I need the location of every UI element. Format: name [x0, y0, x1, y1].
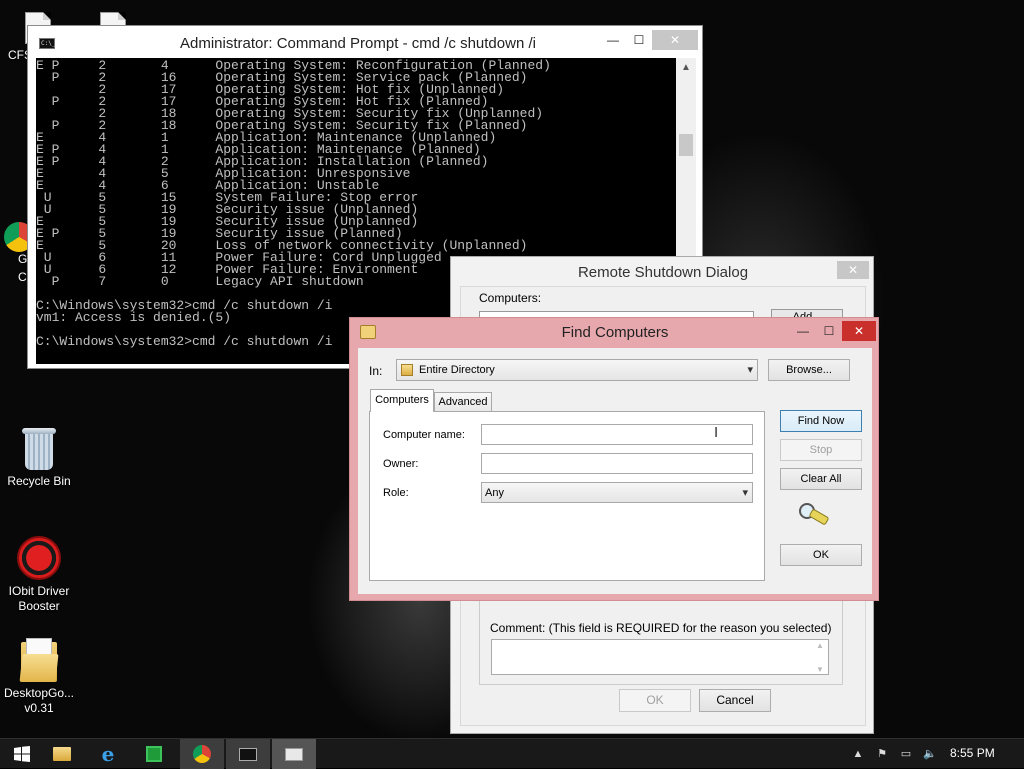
store-icon — [146, 746, 162, 762]
computers-label: Computers: — [479, 291, 542, 305]
taskbar-file-explorer[interactable] — [40, 739, 84, 769]
desktop-icon-iobit[interactable]: IObit Driver Booster — [1, 536, 77, 614]
text-cursor-icon: I — [714, 424, 719, 441]
search-flashlight-icon — [799, 503, 829, 525]
iobit-driver-booster-icon — [17, 536, 61, 580]
command-prompt-icon — [239, 747, 257, 761]
directory-icon — [401, 364, 413, 376]
role-value: Any — [485, 487, 504, 499]
in-location-select[interactable]: Entire Directory ▾ — [396, 359, 758, 381]
taskbar: e ▲ ⚑ ▭ 🔈 8:55 PM — [0, 738, 1024, 769]
desktop-icon-label: IObit Driver Booster — [8, 584, 70, 613]
in-label: In: — [369, 364, 383, 378]
comment-textarea[interactable]: ▲ ▼ — [491, 639, 829, 675]
taskbar-chrome[interactable] — [180, 739, 224, 769]
clear-all-button[interactable]: Clear All — [780, 468, 862, 490]
tray-chevron-up-icon[interactable]: ▲ — [850, 747, 866, 761]
recycle-bin-icon — [22, 428, 56, 470]
taskbar-store[interactable] — [132, 739, 176, 769]
cmd-window-title: Administrator: Command Prompt - cmd /c s… — [180, 35, 536, 52]
browse-button[interactable]: Browse... — [768, 359, 850, 381]
desktop-icon-label: Recycle Bin — [7, 474, 71, 488]
scrollbar-thumb[interactable] — [679, 134, 693, 156]
chevron-down-icon: ▾ — [742, 487, 748, 499]
comment-scrollbar[interactable]: ▲ ▼ — [812, 640, 828, 674]
dialog-body: In: Entire Directory ▾ Browse... Compute… — [358, 348, 872, 594]
scroll-up-icon[interactable]: ▲ — [676, 58, 696, 78]
role-select[interactable]: Any ▾ — [481, 482, 753, 503]
folder-icon — [53, 747, 71, 761]
minimize-button[interactable]: — — [790, 321, 816, 341]
clock[interactable]: 8:55 PM — [950, 746, 995, 760]
network-icon[interactable]: ▭ — [898, 747, 914, 761]
tab-computers[interactable]: Computers — [370, 389, 434, 412]
find-computers-dialog[interactable]: Find Computers — ☐ ✕ In: Entire Director… — [349, 317, 879, 601]
computer-name-label: Computer name: — [383, 429, 465, 441]
desktop-icon-label: G — [18, 252, 28, 266]
dialog-title: Remote Shutdown Dialog — [577, 264, 749, 281]
desktop-icon-label: DesktopGo... v0.31 — [3, 686, 75, 715]
minimize-button[interactable]: — — [600, 30, 626, 50]
owner-label: Owner: — [383, 458, 419, 470]
role-label: Role: — [383, 487, 409, 499]
maximize-button[interactable]: ☐ — [626, 30, 652, 50]
window-icon — [285, 747, 303, 761]
windows-logo-icon — [14, 746, 30, 762]
stop-button[interactable]: Stop — [780, 439, 862, 461]
cancel-button[interactable]: Cancel — [699, 689, 771, 712]
close-button[interactable]: ✕ — [837, 261, 869, 279]
desktop-icon-desktopgo[interactable]: DesktopGo... v0.31 — [1, 638, 77, 716]
find-now-button[interactable]: Find Now — [780, 410, 862, 432]
volume-muted-icon[interactable]: 🔈 — [922, 747, 938, 761]
desktop-icon-label: C — [18, 270, 27, 284]
flag-icon[interactable]: ⚑ — [874, 747, 890, 761]
owner-input[interactable] — [481, 453, 753, 474]
cmd-titlebar[interactable]: Administrator: Command Prompt - cmd /c s… — [28, 26, 702, 58]
close-button[interactable]: ✕ — [652, 30, 698, 50]
taskbar-internet-explorer[interactable]: e — [86, 739, 130, 769]
taskbar-remote-shutdown[interactable] — [272, 739, 316, 769]
command-prompt-icon — [39, 38, 55, 49]
taskbar-command-prompt[interactable] — [226, 739, 270, 769]
ok-button[interactable]: OK — [619, 689, 691, 712]
computer-name-input[interactable] — [481, 424, 753, 445]
ok-button[interactable]: OK — [780, 544, 862, 566]
internet-explorer-icon: e — [101, 742, 115, 766]
tab-advanced[interactable]: Advanced — [434, 392, 492, 412]
maximize-button[interactable]: ☐ — [816, 321, 842, 341]
chevron-down-icon: ▾ — [747, 364, 753, 376]
chrome-icon — [193, 745, 211, 763]
folder-icon — [19, 638, 59, 682]
start-button[interactable] — [0, 739, 44, 769]
comment-label: Comment: (This field is REQUIRED for the… — [490, 621, 832, 635]
desktop-icon-recycle-bin[interactable]: Recycle Bin — [1, 428, 77, 489]
close-button[interactable]: ✕ — [842, 321, 876, 341]
computers-tab-panel: Computer name: Owner: Role: Any ▾ — [369, 411, 765, 581]
in-location-value: Entire Directory — [419, 364, 495, 376]
